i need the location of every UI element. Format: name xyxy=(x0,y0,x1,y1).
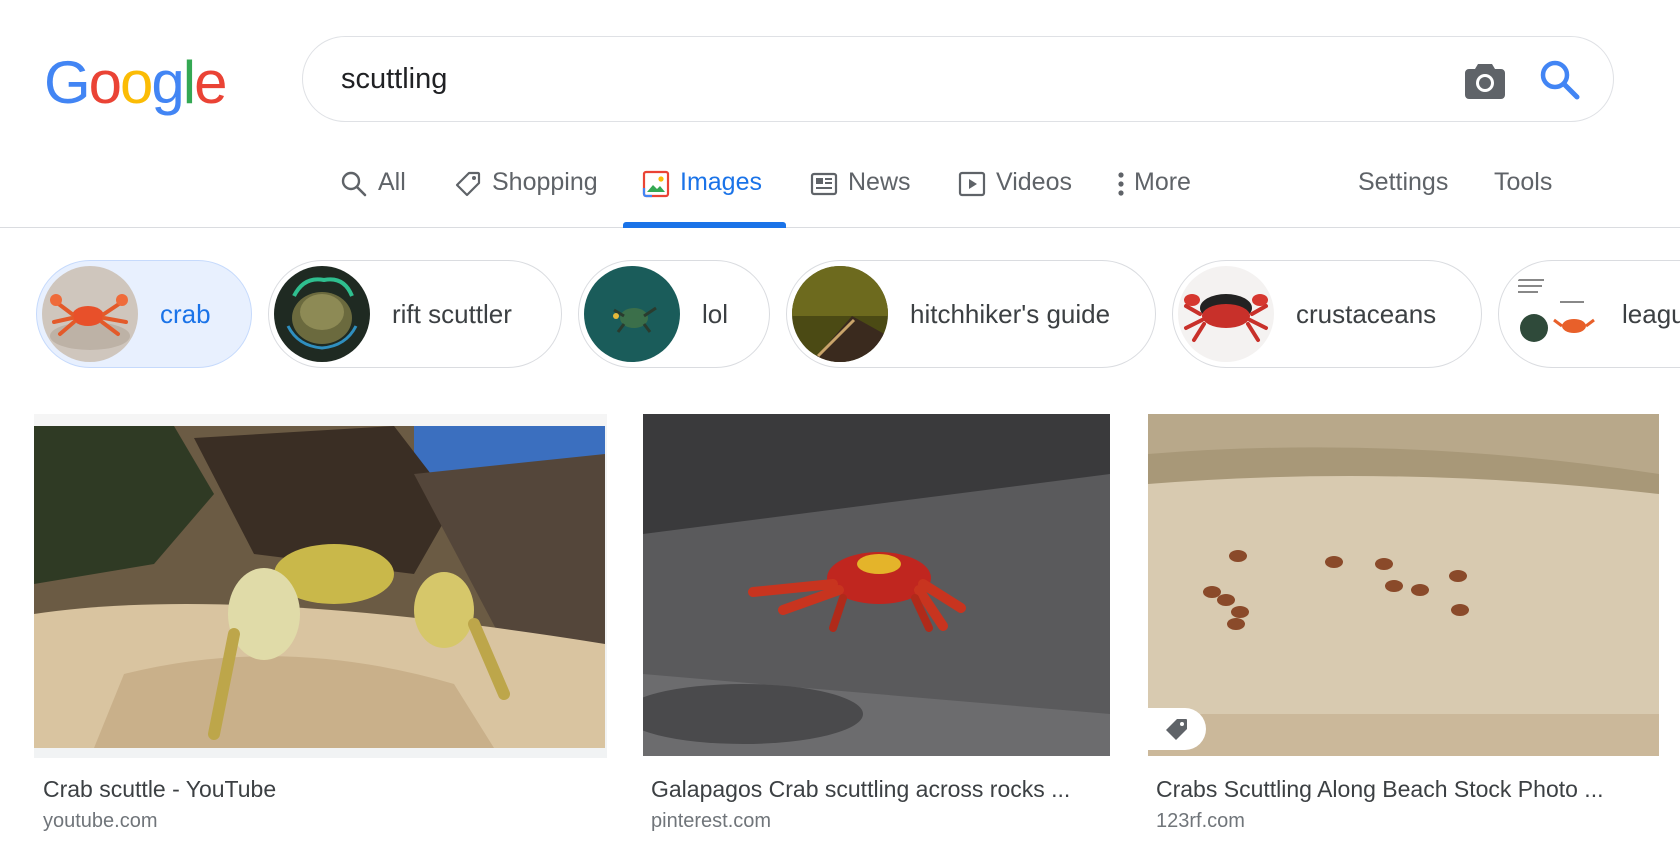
result-title[interactable]: Crab scuttle - YouTube xyxy=(43,776,276,803)
camera-icon[interactable] xyxy=(1463,59,1507,101)
chip-thumbnail xyxy=(42,266,138,362)
chip-thumbnail xyxy=(274,266,370,362)
chip-rift-scuttler[interactable]: rift scuttler xyxy=(268,260,562,368)
chip-thumbnail xyxy=(1178,266,1274,362)
chip-league[interactable]: league xyxy=(1498,260,1680,368)
play-icon xyxy=(958,170,986,198)
result-source[interactable]: pinterest.com xyxy=(651,810,771,833)
related-search-chips: crab rift scuttler lol hitchhiker's guid… xyxy=(0,258,1680,370)
tab-news[interactable]: News xyxy=(810,160,911,228)
tab-label: Videos xyxy=(996,168,1072,196)
chip-label: crustaceans xyxy=(1296,298,1437,329)
logo-letter: g xyxy=(151,49,184,116)
logo-letter: l xyxy=(182,49,196,116)
result-image[interactable] xyxy=(34,414,607,758)
tab-shopping[interactable]: Shopping xyxy=(454,160,598,228)
price-tag-icon[interactable] xyxy=(1148,708,1206,750)
chip-crustaceans[interactable]: crustaceans xyxy=(1172,260,1482,368)
more-vert-icon xyxy=(1114,170,1128,198)
tab-label: Shopping xyxy=(492,168,598,196)
chip-thumbnail xyxy=(1504,266,1600,362)
result-image[interactable] xyxy=(643,414,1110,756)
search-input[interactable] xyxy=(341,57,1401,101)
tab-label: More xyxy=(1134,168,1191,196)
tab-all[interactable]: All xyxy=(340,160,406,228)
active-tab-indicator xyxy=(623,222,786,228)
news-icon xyxy=(810,170,838,198)
image-icon xyxy=(642,170,670,198)
result-image[interactable] xyxy=(1148,414,1659,756)
image-result[interactable]: Galapagos Crab scuttling across rocks ..… xyxy=(643,414,1111,834)
settings-label: Settings xyxy=(1358,168,1449,196)
logo-letter: o xyxy=(120,49,153,116)
tab-label: News xyxy=(848,168,911,196)
result-title[interactable]: Galapagos Crab scuttling across rocks ..… xyxy=(651,776,1070,803)
search-icon xyxy=(340,170,368,198)
chip-hitchhikers-guide[interactable]: hitchhiker's guide xyxy=(786,260,1156,368)
logo-letter: e xyxy=(194,49,227,116)
chip-thumbnail xyxy=(792,266,888,362)
tools-link[interactable]: Tools xyxy=(1494,160,1552,228)
tab-label: Images xyxy=(680,168,762,196)
tab-more[interactable]: More xyxy=(1114,160,1191,228)
tab-images[interactable]: Images xyxy=(642,160,762,228)
google-logo[interactable]: Google xyxy=(44,38,228,128)
chip-label: lol xyxy=(702,298,729,329)
search-tabs: All Shopping Images News Videos More Set… xyxy=(0,160,1680,228)
chip-label: hitchhiker's guide xyxy=(910,298,1111,329)
result-source[interactable]: 123rf.com xyxy=(1156,810,1245,833)
chip-label: rift scuttler xyxy=(392,298,512,329)
result-source[interactable]: youtube.com xyxy=(43,810,158,833)
search-icon[interactable] xyxy=(1537,57,1583,103)
chip-label: league xyxy=(1622,298,1680,329)
settings-link[interactable]: Settings xyxy=(1358,160,1448,228)
search-bar xyxy=(302,36,1614,122)
tab-label: All xyxy=(378,168,406,196)
image-result[interactable]: Crab scuttle - YouTube youtube.com xyxy=(34,414,607,834)
tab-videos[interactable]: Videos xyxy=(958,160,1072,228)
tag-icon xyxy=(454,170,482,198)
tools-label: Tools xyxy=(1494,168,1553,196)
chip-thumbnail xyxy=(584,266,680,362)
chip-lol[interactable]: lol xyxy=(578,260,770,368)
logo-letter: o xyxy=(88,49,122,116)
header: Google All Shop xyxy=(0,0,1680,228)
logo-letter: G xyxy=(44,49,91,116)
chip-label: crab xyxy=(160,298,211,329)
chip-crab[interactable]: crab xyxy=(36,260,252,368)
image-result[interactable]: Crabs Scuttling Along Beach Stock Photo … xyxy=(1148,414,1660,834)
result-title[interactable]: Crabs Scuttling Along Beach Stock Photo … xyxy=(1156,776,1603,803)
